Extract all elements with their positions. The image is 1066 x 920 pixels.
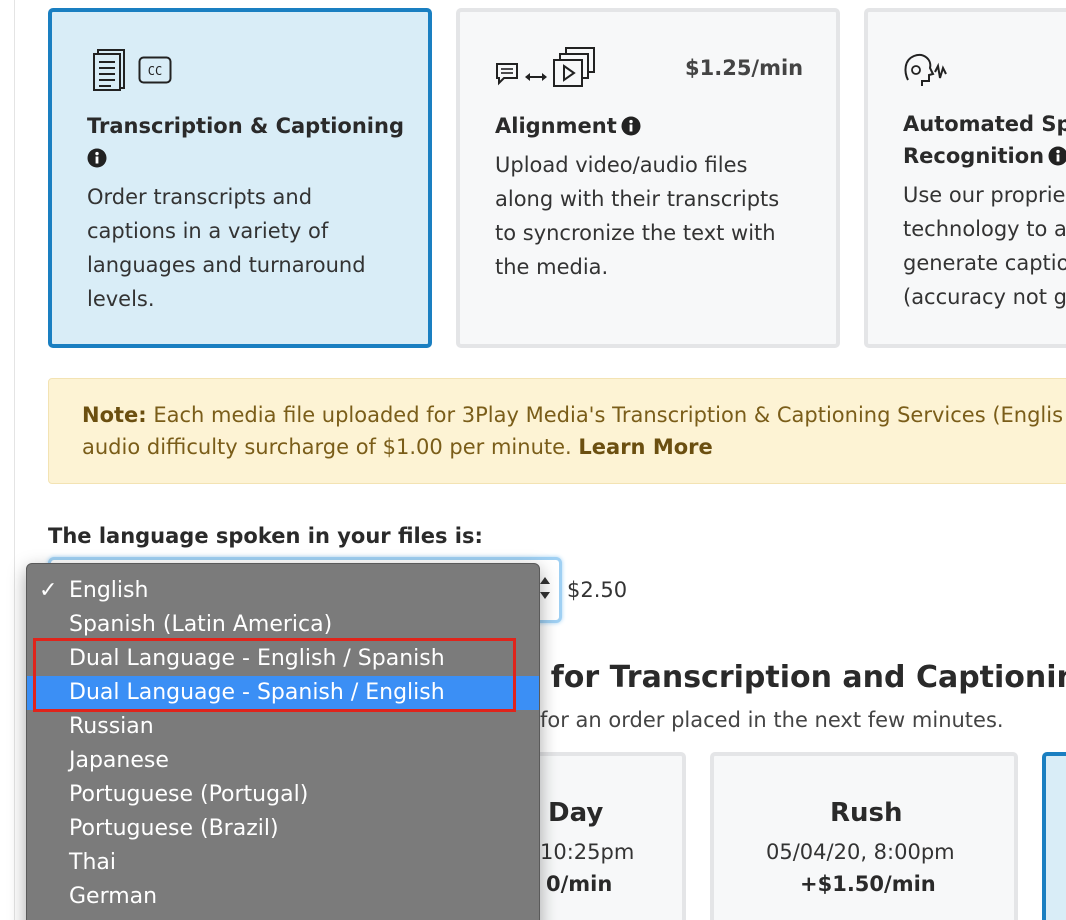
option-label: Japanese (69, 748, 169, 773)
turnaround-card-rush[interactable]: Rush 05/04/20, 8:00pm +$1.50/min (710, 752, 1018, 920)
annotation-highlight-box (33, 638, 516, 712)
turnaround-price: 0/min (546, 872, 613, 896)
option-label: Thai (69, 850, 116, 875)
cc-icon: CC (138, 56, 172, 88)
chat-icon (494, 62, 520, 90)
desc-line: languages and turnaround (87, 253, 366, 277)
option-label: Russian (69, 714, 154, 739)
note-text: Note: Each media file uploaded for 3Play… (82, 399, 1066, 463)
card-title-text: Transcription & Captioning (87, 114, 404, 138)
desc-line: Order transcripts and (87, 185, 313, 209)
card-title-text: Alignment (495, 114, 617, 138)
document-icon (92, 48, 128, 96)
desc-line: Use our proprie (903, 183, 1066, 207)
language-option[interactable]: Japanese (27, 744, 539, 778)
card-title: Transcription & Captioning (87, 110, 404, 177)
turnaround-subtitle: for an order placed in the next few minu… (540, 708, 1004, 732)
desc-line: technology to a (903, 217, 1066, 241)
turnaround-price: +$1.50/min (800, 872, 936, 896)
language-option[interactable]: Thai (27, 846, 539, 880)
page: CC Transcription & Captioning Order tran… (0, 0, 1066, 920)
desc-line: Upload video/audio files (495, 153, 748, 177)
desc-line: to syncronize the text with (495, 221, 776, 245)
note-line-2: audio difficulty surcharge of $1.00 per … (82, 435, 572, 459)
info-icon[interactable] (87, 145, 107, 177)
turnaround-name: Rush (830, 798, 903, 828)
note-label: Note: (82, 403, 147, 427)
video-stack-icon (552, 46, 598, 96)
turnaround-name: Day (548, 798, 604, 828)
language-option[interactable]: Spanish (Latin America) (27, 608, 539, 642)
card-title-text: Automated Spe (903, 112, 1066, 136)
language-option[interactable]: Portuguese (Brazil) (27, 812, 539, 846)
card-title: Automated Spe Recognition (903, 108, 1066, 175)
language-option[interactable]: Portuguese (Portugal) (27, 778, 539, 812)
option-label: English (69, 578, 149, 603)
language-price: $2.50 (567, 578, 628, 602)
language-dropdown-menu[interactable]: ✓ English Spanish (Latin America) Dual L… (26, 563, 540, 920)
left-divider (14, 0, 15, 920)
desc-line: the media. (495, 255, 609, 279)
service-card-asr[interactable]: Automated Spe Recognition Use our propri… (864, 8, 1066, 348)
option-label: Portuguese (Brazil) (69, 816, 279, 841)
learn-more-link[interactable]: Learn More (578, 435, 712, 459)
price-label: $1.25/min (685, 56, 804, 80)
service-card-transcription[interactable]: CC Transcription & Captioning Order tran… (48, 8, 432, 348)
option-label: German (69, 884, 158, 909)
note-line-1: Each media file uploaded for 3Play Media… (153, 403, 1064, 427)
double-arrow-icon (524, 68, 548, 87)
info-icon[interactable] (621, 113, 641, 145)
service-card-alignment[interactable]: $1.25/min Alignment Upload video/audio f… (456, 8, 840, 348)
language-option[interactable]: German (27, 880, 539, 914)
desc-line: generate captio (903, 251, 1066, 275)
card-title-text-2: Recognition (903, 144, 1045, 168)
turnaround-date: 05/04/20, 8:00pm (766, 840, 955, 864)
card-title: Alignment (495, 110, 641, 145)
card-description: Order transcripts and captions in a vari… (87, 180, 366, 316)
language-label: The language spoken in your files is: (48, 524, 483, 548)
turnaround-date: 10:25pm (540, 840, 635, 864)
note-alert: Note: Each media file uploaded for 3Play… (48, 378, 1066, 484)
desc-line: along with their transcripts (495, 187, 780, 211)
desc-line: levels. (87, 287, 155, 311)
language-option[interactable]: Russian (27, 710, 539, 744)
turnaround-card-next[interactable] (1042, 752, 1066, 920)
card-description: Upload video/audio files along with thei… (495, 148, 779, 284)
language-option[interactable]: ✓ English (27, 574, 539, 608)
checkmark-icon: ✓ (39, 578, 58, 603)
turnaround-heading: l for Transcription and Captioning (530, 660, 1066, 695)
info-icon[interactable] (1048, 143, 1066, 175)
option-label: Portuguese (Portugal) (69, 782, 309, 807)
desc-line: captions in a variety of (87, 219, 329, 243)
card-description: Use our proprie technology to a generate… (903, 178, 1066, 314)
cc-badge-text: CC (148, 64, 162, 78)
speech-head-icon (902, 50, 950, 94)
option-label: Spanish (Latin America) (69, 612, 333, 637)
desc-line: (accuracy not g (903, 285, 1066, 309)
